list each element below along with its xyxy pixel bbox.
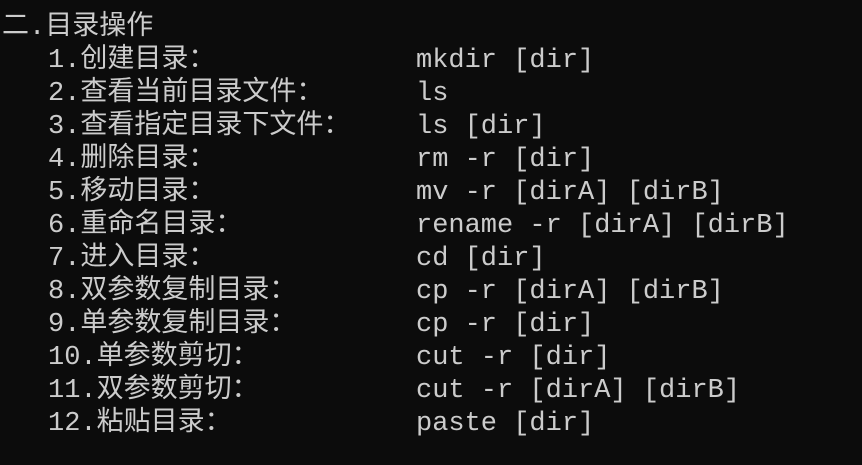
command-description: 3.查看指定目录下文件： <box>48 112 351 142</box>
command-syntax: mv -r [dirA] [dirB] <box>416 178 724 208</box>
command-description: 2.查看当前目录文件： <box>48 79 324 109</box>
command-row: 1.创建目录： mkdir [dir] <box>0 45 862 78</box>
command-row: 4.删除目录： rm -r [dir] <box>0 144 862 177</box>
command-syntax: cut -r [dir] <box>416 343 611 373</box>
command-row: 8.双参数复制目录： cp -r [dirA] [dirB] <box>0 276 862 309</box>
command-description: 11.双参数剪切： <box>48 376 259 406</box>
command-syntax: cp -r [dir] <box>416 310 595 340</box>
command-description: 5.移动目录： <box>48 178 216 208</box>
command-description: 10.单参数剪切： <box>48 343 259 373</box>
command-syntax: ls <box>416 79 449 109</box>
command-syntax: paste [dir] <box>416 409 595 439</box>
command-row: 2.查看当前目录文件： ls <box>0 78 862 111</box>
command-syntax: cut -r [dirA] [dirB] <box>416 376 741 406</box>
command-description: 1.创建目录： <box>48 46 216 76</box>
command-row: 12.粘贴目录： paste [dir] <box>0 408 862 441</box>
command-syntax: ls [dir] <box>416 112 546 142</box>
command-row: 6.重命名目录： rename -r [dirA] [dirB] <box>0 210 862 243</box>
command-syntax: rename -r [dirA] [dirB] <box>416 211 789 241</box>
command-row: 3.查看指定目录下文件： ls [dir] <box>0 111 862 144</box>
command-description: 9.单参数复制目录： <box>48 310 297 340</box>
command-row: 11.双参数剪切： cut -r [dirA] [dirB] <box>0 375 862 408</box>
command-syntax: cd [dir] <box>416 244 546 274</box>
command-row: 5.移动目录： mv -r [dirA] [dirB] <box>0 177 862 210</box>
command-row: 7.进入目录： cd [dir] <box>0 243 862 276</box>
command-description: 8.双参数复制目录： <box>48 277 297 307</box>
command-syntax: mkdir [dir] <box>416 46 595 76</box>
command-row: 10.单参数剪切： cut -r [dir] <box>0 342 862 375</box>
command-syntax: cp -r [dirA] [dirB] <box>416 277 724 307</box>
command-description: 12.粘贴目录： <box>48 409 232 439</box>
command-description: 7.进入目录： <box>48 244 216 274</box>
command-row: 9.单参数复制目录： cp -r [dir] <box>0 309 862 342</box>
section-title: 二.目录操作 <box>2 13 154 43</box>
command-description: 4.删除目录： <box>48 145 216 175</box>
command-description: 6.重命名目录： <box>48 211 243 241</box>
command-syntax: rm -r [dir] <box>416 145 595 175</box>
